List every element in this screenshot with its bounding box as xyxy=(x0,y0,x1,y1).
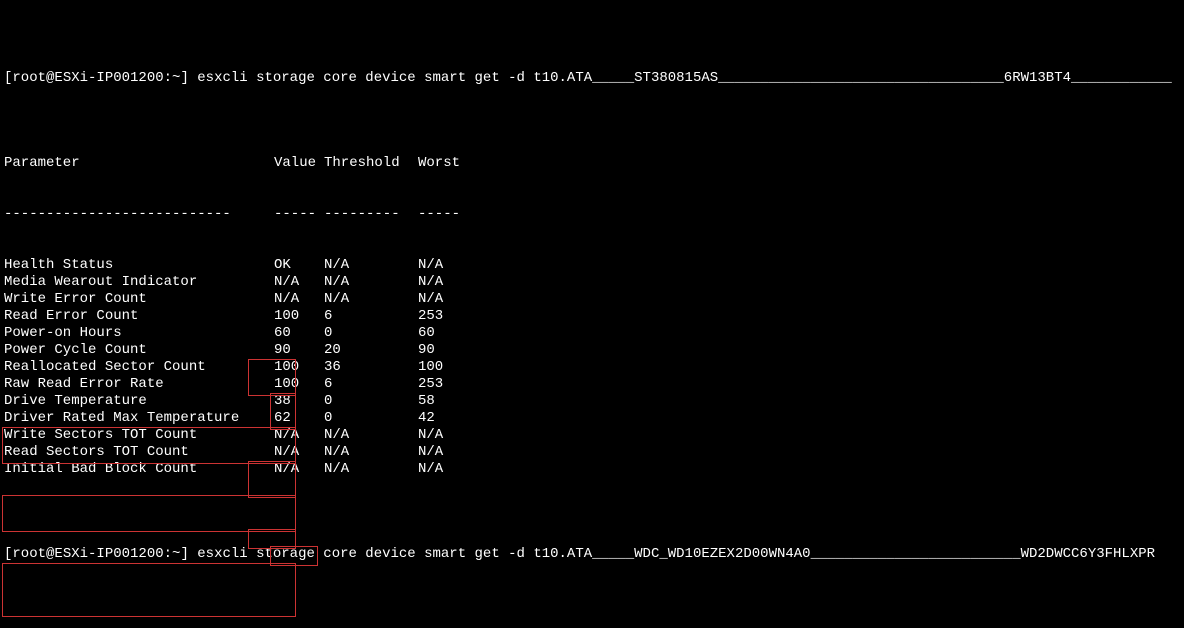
cell-worst: 58 xyxy=(418,393,478,410)
table-row: Health StatusOKN/AN/A xyxy=(4,257,1180,274)
cell-worst: 42 xyxy=(418,410,478,427)
cell-param: Power-on Hours xyxy=(4,325,274,342)
cell-value: N/A xyxy=(274,274,324,291)
cell-worst: N/A xyxy=(418,427,478,444)
cell-worst: 253 xyxy=(418,376,478,393)
smart1-body: Health StatusOKN/AN/AMedia Wearout Indic… xyxy=(4,257,1180,478)
cell-worst: N/A xyxy=(418,444,478,461)
hdr-value: Value xyxy=(274,155,324,172)
cell-param: Write Sectors TOT Count xyxy=(4,427,274,444)
cell-worst: N/A xyxy=(418,274,478,291)
cell-worst: 90 xyxy=(418,342,478,359)
cell-param: Reallocated Sector Count xyxy=(4,359,274,376)
cell-param: Read Sectors TOT Count xyxy=(4,444,274,461)
table-row: Read Sectors TOT CountN/AN/AN/A xyxy=(4,444,1180,461)
terminal[interactable]: [root@ESXi-IP001200:~] esxcli storage co… xyxy=(0,0,1184,628)
cell-value: 90 xyxy=(274,342,324,359)
table-row: Initial Bad Block CountN/AN/AN/A xyxy=(4,461,1180,478)
cell-param: Read Error Count xyxy=(4,308,274,325)
table-row: Power Cycle Count902090 xyxy=(4,342,1180,359)
table-row: Write Sectors TOT CountN/AN/AN/A xyxy=(4,427,1180,444)
cell-param: Driver Rated Max Temperature xyxy=(4,410,274,427)
smart1-header: Parameter Value Threshold Worst xyxy=(4,155,1180,172)
cell-worst: 60 xyxy=(418,325,478,342)
table-row: Media Wearout IndicatorN/AN/AN/A xyxy=(4,274,1180,291)
cell-value: OK xyxy=(274,257,324,274)
cell-param: Media Wearout Indicator xyxy=(4,274,274,291)
cell-threshold: N/A xyxy=(324,274,418,291)
cell-value: N/A xyxy=(274,444,324,461)
table-row: Drive Temperature38058 xyxy=(4,393,1180,410)
table-row: Driver Rated Max Temperature62042 xyxy=(4,410,1180,427)
cell-value: 100 xyxy=(274,308,324,325)
cell-threshold: 36 xyxy=(324,359,418,376)
cell-param: Health Status xyxy=(4,257,274,274)
cell-threshold: 0 xyxy=(324,410,418,427)
cell-threshold: 20 xyxy=(324,342,418,359)
cell-value: 38 xyxy=(274,393,324,410)
cell-threshold: N/A xyxy=(324,291,418,308)
cell-threshold: N/A xyxy=(324,461,418,478)
cell-threshold: N/A xyxy=(324,257,418,274)
cell-threshold: 6 xyxy=(324,308,418,325)
hdr-threshold: Threshold xyxy=(324,155,418,172)
cell-param: Drive Temperature xyxy=(4,393,274,410)
cell-threshold: 0 xyxy=(324,393,418,410)
cell-value: N/A xyxy=(274,291,324,308)
hdr-worst: Worst xyxy=(418,155,478,172)
cell-worst: N/A xyxy=(418,291,478,308)
cell-worst: 253 xyxy=(418,308,478,325)
cell-param: Write Error Count xyxy=(4,291,274,308)
cell-threshold: N/A xyxy=(324,427,418,444)
cell-value: N/A xyxy=(274,461,324,478)
cell-worst: N/A xyxy=(418,461,478,478)
hdr-param: Parameter xyxy=(4,155,274,172)
cell-threshold: 6 xyxy=(324,376,418,393)
table-row: Write Error CountN/AN/AN/A xyxy=(4,291,1180,308)
cell-param: Raw Read Error Rate xyxy=(4,376,274,393)
cell-param: Initial Bad Block Count xyxy=(4,461,274,478)
highlight-box xyxy=(2,495,296,532)
cell-threshold: 0 xyxy=(324,325,418,342)
cell-value: N/A xyxy=(274,427,324,444)
table-row: Power-on Hours60060 xyxy=(4,325,1180,342)
table-row: Raw Read Error Rate1006253 xyxy=(4,376,1180,393)
cell-value: 100 xyxy=(274,359,324,376)
table-row: Reallocated Sector Count10036100 xyxy=(4,359,1180,376)
prompt-line-1: [root@ESXi-IP001200:~] esxcli storage co… xyxy=(4,70,1180,87)
cell-value: 60 xyxy=(274,325,324,342)
cell-value: 62 xyxy=(274,410,324,427)
cell-value: 100 xyxy=(274,376,324,393)
cell-worst: N/A xyxy=(418,257,478,274)
prompt-line-2: [root@ESXi-IP001200:~] esxcli storage co… xyxy=(4,546,1180,563)
smart1-sep: --------------------------- ----- ------… xyxy=(4,206,1180,223)
table-row: Read Error Count1006253 xyxy=(4,308,1180,325)
cell-threshold: N/A xyxy=(324,444,418,461)
cell-worst: 100 xyxy=(418,359,478,376)
highlight-box xyxy=(2,563,296,617)
cell-param: Power Cycle Count xyxy=(4,342,274,359)
